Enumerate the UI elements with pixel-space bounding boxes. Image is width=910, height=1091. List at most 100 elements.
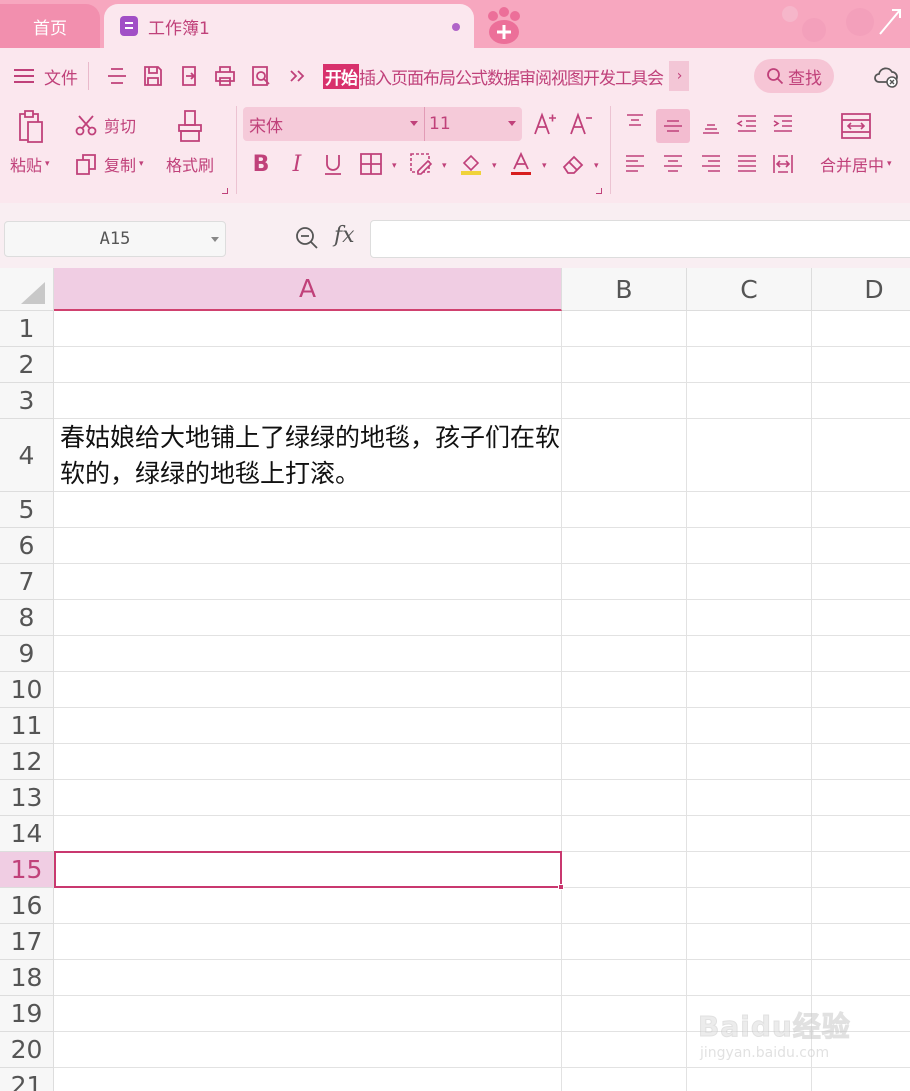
font-color-button[interactable] [506,149,536,179]
quick-format-button[interactable] [104,63,130,89]
print-preview-button[interactable] [248,63,274,89]
decrease-font-size-button[interactable] [566,109,596,139]
row-header[interactable]: 8 [0,600,54,636]
chevron-down-icon[interactable]: ▾ [45,159,50,169]
justify-button[interactable] [732,149,762,179]
row-header[interactable]: 21 [0,1068,54,1091]
clear-format-button[interactable] [558,149,588,179]
align-left-icon [626,155,644,172]
align-middle-button[interactable] [656,109,690,143]
row-header[interactable]: 10 [0,672,54,708]
underline-button[interactable] [318,149,348,179]
align-top-button[interactable] [620,109,650,139]
row-header[interactable]: 12 [0,744,54,780]
tab-formulas[interactable]: 公式 [455,64,488,89]
clipboard-launcher-icon[interactable] [222,188,228,194]
font-launcher-icon[interactable] [596,188,602,194]
menu-row: 文件 开始 插入 页面布局 公式 数据 审阅 视图 开发工具 会 › 查找 [0,58,910,94]
row-header[interactable]: 16 [0,888,54,924]
row-header[interactable]: 6 [0,528,54,564]
merge-center-button[interactable]: 合并居中 ▾ [820,108,892,176]
borders-button[interactable] [356,149,386,179]
tab-member[interactable]: 会 [647,64,664,89]
cell-style-button[interactable] [406,149,436,179]
row-header[interactable]: 11 [0,708,54,744]
column-header-d[interactable]: D [812,268,910,311]
row-header[interactable]: 3 [0,383,54,419]
copy-button[interactable]: 复制 ▾ [74,152,144,176]
bold-button[interactable]: B [246,149,276,179]
print-button[interactable] [212,63,238,89]
insert-function-button[interactable]: fx [334,223,355,248]
row-header-selected[interactable]: 15 [0,852,54,888]
zoom-formula-icon[interactable] [294,225,320,251]
chevron-down-icon [508,121,516,126]
tab-insert[interactable]: 插入 [359,64,392,89]
column-header-c[interactable]: C [687,268,812,311]
increase-indent-button[interactable] [768,109,798,139]
more-quick-tools-button[interactable] [284,63,310,89]
tab-view[interactable]: 视图 [551,64,584,89]
paint-bucket-icon [461,154,481,175]
chevron-down-icon[interactable]: ▾ [594,161,599,171]
chevron-down-icon[interactable]: ▾ [492,161,497,171]
align-center-button[interactable] [658,149,688,179]
export-button[interactable] [176,63,202,89]
chevron-down-icon[interactable]: ▾ [542,161,547,171]
tab-start[interactable]: 开始 [323,63,359,89]
align-bottom-button[interactable] [696,109,726,139]
paste-button[interactable]: 粘贴 ▾ [10,108,50,176]
fill-color-button[interactable] [456,149,486,179]
search-button[interactable]: 查找 [754,59,834,93]
new-tab-paw-icon[interactable] [484,6,524,46]
cloud-sync-icon[interactable] [872,62,900,90]
chevron-down-icon[interactable]: ▾ [392,161,397,171]
tab-workbook[interactable]: 工作簿1 [104,4,474,48]
row-header[interactable]: 20 [0,1032,54,1068]
row-header[interactable]: 1 [0,311,54,347]
row-header[interactable]: 9 [0,636,54,672]
column-header-a[interactable]: A [54,268,562,311]
row-header[interactable]: 2 [0,347,54,383]
font-size-select[interactable]: 11 [425,107,522,141]
decrease-indent-button[interactable] [732,109,762,139]
row-header[interactable]: 19 [0,996,54,1032]
cut-button[interactable]: 剪切 [74,113,136,137]
row-header[interactable]: 7 [0,564,54,600]
chevron-down-icon[interactable]: ▾ [442,161,447,171]
chevron-down-icon[interactable]: ▾ [139,159,144,169]
tab-page-layout[interactable]: 页面布局 [391,64,456,89]
tab-review[interactable]: 审阅 [519,64,552,89]
tab-home[interactable]: 首页 [0,4,100,48]
align-right-button[interactable] [696,149,726,179]
row-header[interactable]: 4 [0,419,54,492]
cell-a4[interactable]: 春姑娘给大地铺上了绿绿的地毯，孩子们在软软的，绿绿的地毯上打滚。 [60,420,560,492]
format-painter-button[interactable]: 格式刷 [166,108,214,176]
fill-handle[interactable] [558,884,564,890]
spreadsheet-grid[interactable]: A B C D 1 2 3 4 5 6 7 8 9 10 11 12 13 14… [0,268,910,1091]
tabs-scroll-right-button[interactable]: › [669,61,689,91]
align-left-button[interactable] [620,149,650,179]
row-header[interactable]: 17 [0,924,54,960]
select-all-button[interactable] [0,268,54,311]
name-box[interactable]: A15 [4,221,226,257]
italic-button[interactable]: I [282,149,312,179]
tab-developer[interactable]: 开发工具 [583,64,648,89]
row-header[interactable]: 5 [0,492,54,528]
column-header-b[interactable]: B [562,268,687,311]
align-bottom-icon [703,124,719,134]
ribbon-tabs: 开始 插入 页面布局 公式 数据 审阅 视图 开发工具 会 › [323,61,689,91]
formula-input[interactable] [370,220,910,258]
row-header[interactable]: 13 [0,780,54,816]
row-header[interactable]: 14 [0,816,54,852]
file-menu-button[interactable]: 文件 [0,64,78,89]
font-name-select[interactable]: 宋体 [243,107,425,141]
save-button[interactable] [140,63,166,89]
chevron-down-icon[interactable]: ▾ [887,159,892,169]
search-label: 查找 [788,68,822,89]
row-header[interactable]: 18 [0,960,54,996]
active-cell-a15[interactable] [54,851,564,890]
increase-font-size-button[interactable] [530,109,560,139]
tab-data[interactable]: 数据 [487,64,520,89]
distributed-align-button[interactable] [768,149,798,179]
